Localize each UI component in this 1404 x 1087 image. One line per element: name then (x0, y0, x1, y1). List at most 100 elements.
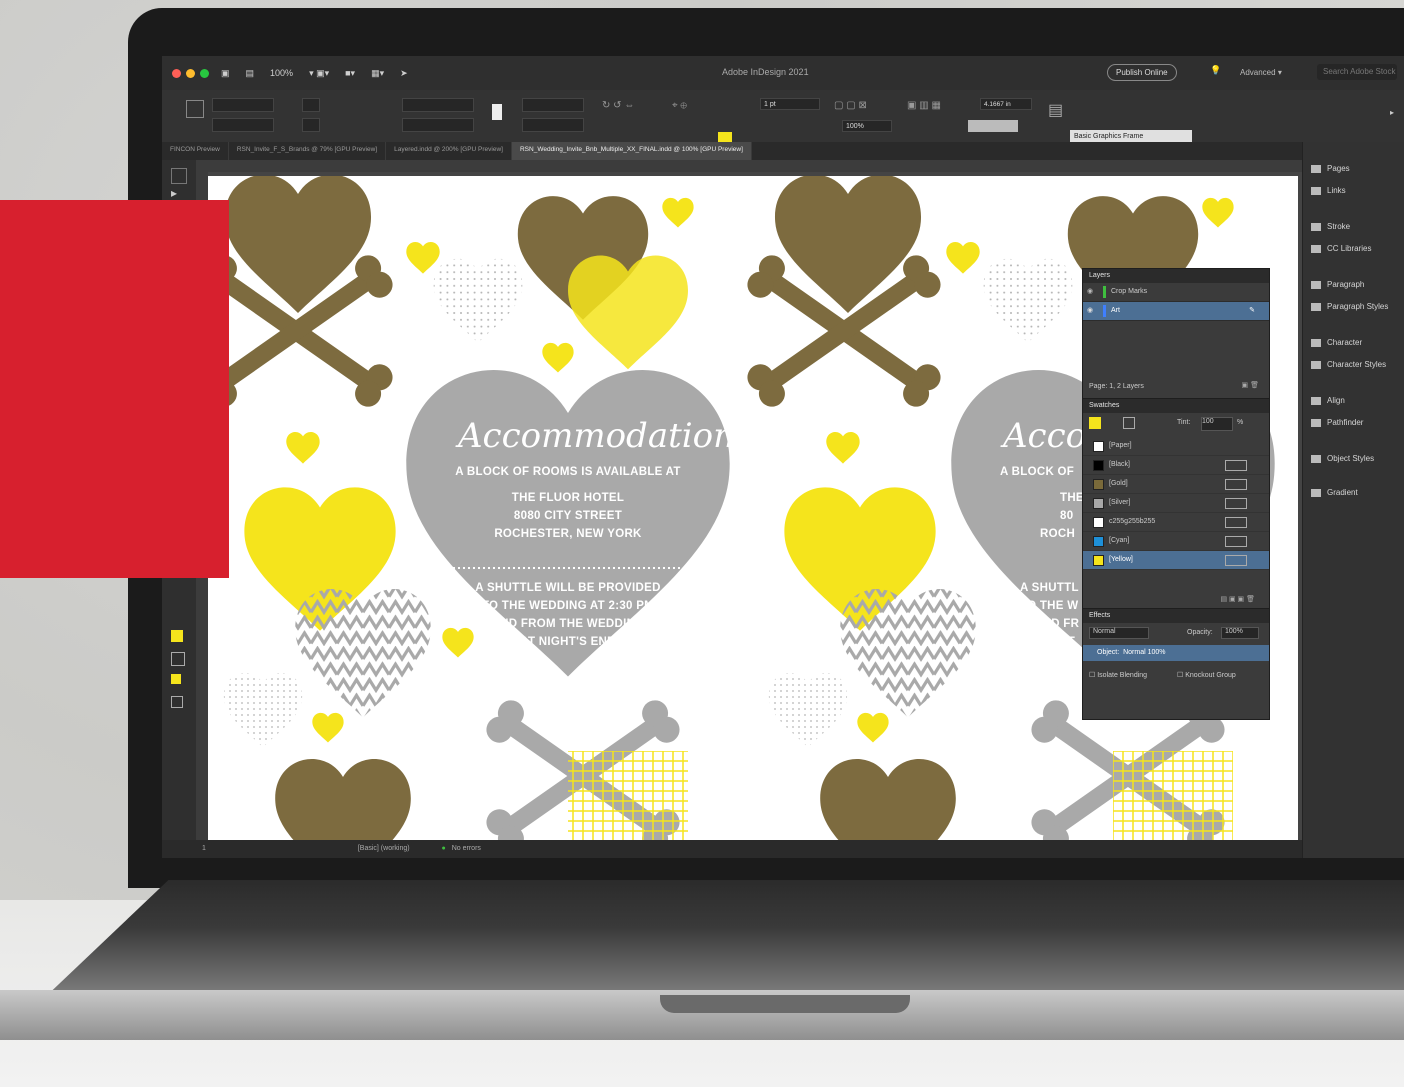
swatch-footer-icons[interactable]: ▤ ▣ ▣ 🗑 (1220, 595, 1255, 603)
swatch-name: c255g255b255 (1109, 518, 1156, 525)
select-container-icon[interactable]: ⌖ ⊕ (672, 100, 687, 111)
tint-percent: % (1237, 419, 1244, 426)
view-options-icon[interactable]: ▾ ▣▾ (305, 66, 333, 81)
chevron-heart (295, 588, 431, 718)
scale-x-field[interactable] (402, 98, 474, 112)
send-icon[interactable]: ➤ (396, 66, 412, 81)
minimize-window-icon[interactable] (186, 68, 195, 78)
opacity-field[interactable]: 100% (1221, 627, 1259, 639)
zoom-level[interactable]: 100% (266, 66, 297, 80)
screen-mode-icon[interactable]: ■▾ (341, 66, 359, 81)
frame-width-field[interactable]: 4.1667 in (980, 98, 1032, 110)
small-yellow-heart (662, 197, 694, 228)
tab-document-2[interactable]: RSN_Invite_F_S_Brands @ 79% [GPU Preview… (229, 142, 387, 160)
invite-line-partial: A BLOCK OF (1000, 466, 1075, 478)
rotate-icons[interactable]: ↻ ↺ ⇔ (602, 100, 634, 111)
direct-selection-tool-icon[interactable]: ▸ (171, 186, 185, 200)
fill-swatch-icon[interactable] (1089, 417, 1101, 429)
object-label: Object: (1097, 649, 1120, 656)
dock-stroke[interactable]: Stroke (1311, 222, 1350, 231)
dock-paragraph[interactable]: Paragraph (1311, 280, 1364, 289)
small-yellow-heart (946, 241, 980, 274)
y-position-field[interactable] (212, 118, 274, 132)
tab-document-active[interactable]: RSN_Wedding_Invite_Bnb_Multiple_XX_FINAL… (511, 142, 752, 160)
arrange-documents-icon[interactable]: ▦▾ (367, 66, 388, 81)
stock-icon[interactable]: ▤ (242, 66, 259, 81)
swatch-row[interactable]: c255g255b255 (1083, 513, 1269, 532)
character-styles-icon (1311, 360, 1321, 369)
invite-line: AT NIGHT'S END (520, 636, 616, 648)
tint-label: Tint: (1177, 419, 1191, 426)
paragraph-styles-icon (1311, 302, 1321, 311)
dock-gradient[interactable]: Gradient (1311, 488, 1358, 497)
wrap-icons[interactable]: ▢ ▢ ⊠ (834, 100, 867, 111)
swatch-row[interactable]: [Cyan] (1083, 532, 1269, 551)
dock-cc-libraries[interactable]: CC Libraries (1311, 244, 1371, 253)
panel-menu-icon[interactable]: ▸ (1390, 108, 1394, 117)
page-number[interactable]: 1 (202, 845, 206, 852)
scale-y-field[interactable] (402, 118, 474, 132)
dock-object-styles[interactable]: Object Styles (1311, 454, 1374, 463)
tab-document-3[interactable]: Layered.indd @ 200% [GPU Preview] (386, 142, 512, 160)
effects-icons[interactable]: ▣ ▥ ▦ (907, 100, 941, 111)
screen-mode-tool-icon[interactable] (171, 696, 183, 708)
fill-color-icon[interactable] (171, 630, 183, 642)
publish-online-button[interactable]: Publish Online (1107, 64, 1177, 81)
new-layer-icon[interactable]: ▣ 🗑 (1242, 381, 1259, 389)
swatch-row[interactable]: [Gold] (1083, 475, 1269, 494)
effects-object-row[interactable]: Object: Normal 100% (1083, 645, 1269, 661)
layers-panel-title[interactable]: Layers (1083, 269, 1269, 283)
stroke-swatch-icon[interactable] (1123, 417, 1135, 429)
workspace-switcher[interactable]: Advanced ▾ (1240, 68, 1282, 77)
swatch-row[interactable]: [Paper] (1083, 437, 1269, 456)
x-position-field[interactable] (212, 98, 274, 112)
visibility-eye-icon[interactable]: ◉ (1087, 302, 1093, 320)
swatch-chip (1093, 498, 1104, 509)
knockout-group-checkbox[interactable]: ☐ Knockout Group (1177, 671, 1236, 679)
close-window-icon[interactable] (172, 68, 181, 78)
dock-pathfinder[interactable]: Pathfinder (1311, 418, 1363, 427)
dock-align[interactable]: Align (1311, 396, 1345, 405)
swatches-panel-title[interactable]: Swatches (1083, 399, 1269, 413)
search-input[interactable]: Search Adobe Stock (1317, 64, 1397, 80)
effects-panel-title[interactable]: Effects (1083, 609, 1269, 623)
dock-links[interactable]: Links (1311, 186, 1346, 195)
stroke-color-icon[interactable] (171, 652, 185, 666)
preflight-status[interactable]: No errors (452, 845, 481, 852)
dock-pages[interactable]: Pages (1311, 164, 1350, 173)
bridge-icon[interactable]: ▣ (217, 66, 234, 81)
dock-paragraph-styles[interactable]: Paragraph Styles (1311, 302, 1388, 311)
selection-tool-icon[interactable] (171, 168, 187, 184)
stroke-weight-field[interactable]: 1 pt (760, 98, 820, 110)
blend-mode-select[interactable]: Normal (1089, 627, 1149, 639)
layer-row-selected[interactable]: ◉ Art ✎ (1083, 302, 1269, 321)
swatch-row-selected[interactable]: [Yellow] (1083, 551, 1269, 570)
rotation-field[interactable] (522, 98, 584, 112)
swatch-name: [Gold] (1109, 480, 1128, 487)
width-stepper[interactable] (302, 98, 320, 112)
small-yellow-heart (312, 712, 344, 743)
object-style-icon[interactable]: ▤ (1048, 100, 1063, 120)
zoom-window-icon[interactable] (200, 68, 209, 78)
reference-point-icon[interactable] (186, 100, 204, 118)
tint-field[interactable]: 100 (1201, 417, 1233, 431)
fitting-field[interactable] (968, 120, 1018, 132)
dock-character[interactable]: Character (1311, 338, 1362, 347)
swatch-row[interactable]: [Silver] (1083, 494, 1269, 513)
layer-row[interactable]: ◉ Crop Marks (1083, 283, 1269, 302)
swatch-row[interactable]: [Black] (1083, 456, 1269, 475)
small-yellow-heart (826, 431, 860, 464)
apply-color-icon[interactable] (171, 674, 181, 684)
visibility-eye-icon[interactable]: ◉ (1087, 283, 1093, 301)
style-status[interactable]: [Basic] (working) (358, 845, 410, 852)
dock-character-styles[interactable]: Character Styles (1311, 360, 1386, 369)
lightbulb-icon[interactable]: 💡 (1210, 65, 1221, 76)
tab-document-1[interactable]: FINCON Preview (162, 142, 229, 160)
height-stepper[interactable] (302, 118, 320, 132)
constrain-proportions-icon[interactable] (492, 104, 502, 120)
document-canvas[interactable]: Accommodations A BLOCK OF ROOMS IS AVAIL… (208, 172, 1302, 840)
opacity-field[interactable]: 100% (842, 120, 892, 132)
opacity-label: Opacity: (1187, 629, 1213, 636)
isolate-blending-checkbox[interactable]: ☐ Isolate Blending (1089, 671, 1147, 679)
shear-field[interactable] (522, 118, 584, 132)
